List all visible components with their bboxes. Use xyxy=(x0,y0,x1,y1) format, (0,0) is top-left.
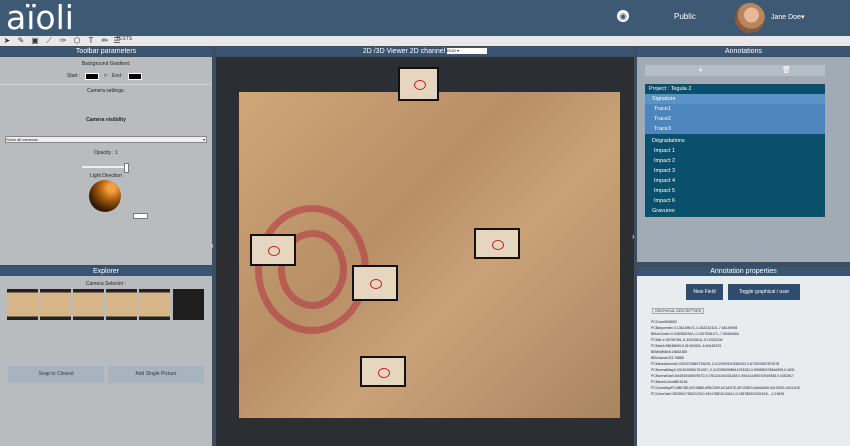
avatar[interactable] xyxy=(735,3,765,33)
add-single-picture-button[interactable]: Add Single Picture xyxy=(108,366,204,383)
chevron-down-icon: ▾ xyxy=(202,137,205,142)
descriptor-line: PCColorMapPC#B6785,#CFAB86,#EBC699,#C3AD… xyxy=(651,386,801,390)
light-direction-sphere[interactable] xyxy=(89,180,121,212)
tree-impact-1[interactable]: Impact 1 xyxy=(645,146,825,156)
tests-label[interactable]: TESTS xyxy=(116,36,132,42)
channel-select-value: RGB xyxy=(447,48,456,54)
descriptor-line: BBWidthBx8.16652485 xyxy=(651,350,688,354)
collapse-left-icon[interactable]: ‹ xyxy=(211,241,214,250)
tree-impact-5[interactable]: Impact 5 xyxy=(645,186,825,196)
text-icon[interactable]: T xyxy=(86,36,96,46)
pointer-icon[interactable]: ➤ xyxy=(2,36,12,46)
divider xyxy=(0,84,212,85)
camera-thumbnail[interactable] xyxy=(40,289,71,320)
viewer-title: 2D /3D Viewer 2D channel xyxy=(362,48,446,55)
tree-project[interactable]: Project : Tegula 2 xyxy=(645,84,825,94)
camera-mark-icon xyxy=(370,279,382,289)
tree-trace2[interactable]: Trace2 xyxy=(645,114,825,124)
tree-impact-3[interactable]: Impact 3 xyxy=(645,166,825,176)
channel-select[interactable]: RGB ▾ xyxy=(447,48,488,55)
descriptor-line: PCNormalMap0.0315020581761257,-0.0103950… xyxy=(651,368,795,372)
camera-view[interactable] xyxy=(250,234,296,266)
camera-view[interactable] xyxy=(352,265,398,301)
camera-view[interactable] xyxy=(398,67,439,101)
gradient-start-label: Start : xyxy=(67,73,81,79)
descriptor-line: PCMeanColor#BEA181 xyxy=(651,380,688,384)
annotation-toolbar: + 🗑 xyxy=(645,65,825,76)
camera-view[interactable] xyxy=(474,228,520,259)
app-header xyxy=(0,0,850,36)
tree-signature[interactable]: Signature xyxy=(645,94,825,104)
descriptor-line: BBVolume233.75885 xyxy=(651,356,684,360)
opacity-slider-handle[interactable] xyxy=(124,163,129,173)
new-field-button[interactable]: New Field xyxy=(686,284,723,300)
camera-settings-label: Camera settings: xyxy=(87,88,125,94)
descriptor-line: PCMax3.98638899,6.31092453,-6.40649233 xyxy=(651,344,722,348)
toolbar-parameters-header: Toolbar parameters xyxy=(0,47,212,56)
camera-selector-label: Camera Selector : xyxy=(85,281,127,287)
gradient-end-color[interactable] xyxy=(128,73,142,80)
image-icon[interactable]: ▣ xyxy=(30,36,40,46)
graphical-descriptors-label[interactable]: GRAPHICAL DESCRIPTORS xyxy=(652,308,705,314)
descriptor-line: PCMin-4.05796766,-6.34203616,-9.10332108 xyxy=(651,338,723,342)
pencil-icon[interactable]: ✎ xyxy=(16,36,26,46)
brush-icon[interactable]: ✏ xyxy=(100,36,110,46)
camera-select-value: Show all cameras xyxy=(6,137,38,142)
camera-thumbnail[interactable] xyxy=(173,289,204,320)
camera-mark-icon xyxy=(268,246,280,256)
camera-thumbnail[interactable] xyxy=(73,289,104,320)
descriptor-line: PCBarycenter-0.136139673,-0.262234118,-7… xyxy=(651,326,738,330)
annotations-header: Annotations xyxy=(637,47,850,56)
snap-to-closest-button[interactable]: Snap to Closest xyxy=(8,366,104,383)
app-logo[interactable]: aïoli xyxy=(6,0,74,37)
tool-bar: ➤ ✎ ▣ ⟋ ✑ ⬡ T ✏ ☰ TESTS xyxy=(0,36,850,46)
eyedropper-icon[interactable]: ✑ xyxy=(58,36,68,46)
viewer-header: 2D /3D Viewer 2D channel RGB ▾ xyxy=(216,47,634,56)
camera-mark-icon xyxy=(492,239,504,250)
tree-trace1[interactable]: Trace1 xyxy=(645,104,825,114)
trash-icon[interactable]: 🗑 xyxy=(782,65,791,76)
camera-thumbnail[interactable] xyxy=(139,289,170,320)
gradient-end-label: End : xyxy=(112,73,124,79)
shape-icon[interactable]: ⬡ xyxy=(72,36,82,46)
toggle-graphical-user-button[interactable]: Toggle graphical / user xyxy=(728,284,800,300)
camera-view[interactable] xyxy=(360,356,406,387)
tree-impact-6[interactable]: Impact 6 xyxy=(645,196,825,206)
camera-thumbnail[interactable] xyxy=(7,289,38,320)
explorer-header: Explorer xyxy=(0,267,212,276)
annotation-properties-header: Annotation properties xyxy=(637,267,850,276)
light-direction-label: Light Direction xyxy=(90,173,122,179)
measure-icon[interactable]: ⟋ xyxy=(44,36,54,46)
annotation-properties-panel xyxy=(637,276,850,446)
collapse-right-icon[interactable]: › xyxy=(632,232,635,241)
gradient-separator: > xyxy=(104,73,107,79)
tree-degradations[interactable]: Dégradations xyxy=(645,136,825,146)
light-direction-input[interactable] xyxy=(133,213,148,219)
gradient-start-color[interactable] xyxy=(85,73,99,80)
camera-visibility-select[interactable]: Show all cameras ▾ xyxy=(5,136,207,143)
tree-trace3[interactable]: Trace3 xyxy=(645,124,825,134)
descriptor-line: BBoxCenter-0.0363892343,-0.0157008171,-7… xyxy=(651,332,739,336)
camera-mark-icon xyxy=(378,367,390,378)
descriptor-line: PCNormalVar0.644500458978072,0.076124194… xyxy=(651,374,794,378)
camera-thumbnail[interactable] xyxy=(106,289,137,320)
tree-gravures[interactable]: Gravures xyxy=(645,206,825,216)
descriptor-line: PCMeanNormal0.0315375689734625,-0.012099… xyxy=(651,362,780,366)
opacity-slider[interactable] xyxy=(82,166,128,168)
opacity-label: Opacity : 1 xyxy=(94,150,118,156)
tree-impact-2[interactable]: Impact 2 xyxy=(645,156,825,166)
globe-icon[interactable]: ◉ xyxy=(617,10,629,22)
background-gradient-label: Background Gradient: xyxy=(81,61,131,67)
camera-mark-icon xyxy=(413,80,426,90)
descriptor-line: PCColorVar0.250350175822478,0.1841788161… xyxy=(651,392,785,396)
visibility-label[interactable]: Public xyxy=(674,12,696,21)
plus-icon[interactable]: + xyxy=(698,65,703,76)
tree-impact-4[interactable]: Impact 4 xyxy=(645,176,825,186)
descriptor-line: PCCount506653 xyxy=(651,320,677,324)
user-menu[interactable]: Jane Doe▾ xyxy=(771,13,804,21)
camera-visibility-label: Camera visibility xyxy=(86,117,126,123)
